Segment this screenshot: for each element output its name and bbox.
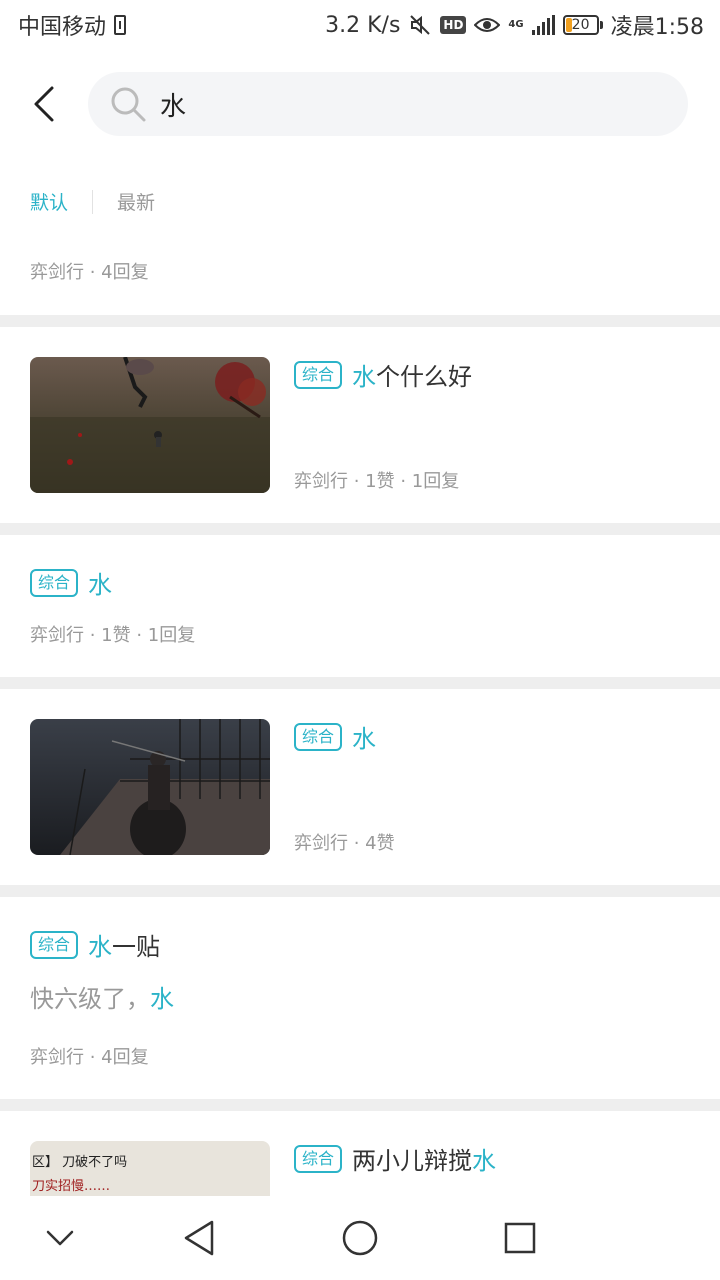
- category-tag: 综合: [30, 930, 79, 959]
- result-title: 综合 水一贴: [30, 927, 160, 962]
- sort-tab-default[interactable]: 默认: [30, 188, 68, 215]
- title-highlight: 水: [472, 1147, 497, 1175]
- result-meta: 弈剑行 · 4赞: [294, 833, 395, 854]
- result-thumbnail: [30, 719, 270, 855]
- carrier-label: 中国移动: [18, 15, 107, 40]
- sim-alert-icon: [114, 15, 127, 35]
- result-thumbnail: [30, 357, 270, 493]
- nav-hide-button[interactable]: [38, 1216, 82, 1260]
- sort-tab-latest[interactable]: 最新: [117, 188, 155, 215]
- result-card[interactable]: 区】 刀破不了吗 刀实招慢…… 综合 两小儿辩搅水: [0, 1111, 720, 1196]
- mute-icon: [410, 15, 431, 35]
- sort-divider: [92, 189, 94, 214]
- circle-home-icon: [342, 1220, 378, 1256]
- title-highlight: 水: [352, 725, 377, 753]
- result-thumbnail: 区】 刀破不了吗 刀实招慢……: [30, 1141, 270, 1196]
- network-type: 4G: [508, 19, 524, 30]
- result-card[interactable]: 综合 水个什么好 弈剑行 · 1赞 · 1回复: [0, 327, 720, 523]
- search-box[interactable]: [88, 72, 688, 136]
- signal-icon: [531, 15, 555, 35]
- excerpt-highlight: 水: [150, 985, 174, 1013]
- triangle-back-icon: [184, 1220, 214, 1256]
- title-text: 一贴: [112, 933, 161, 961]
- result-card[interactable]: 综合 水一贴 快六级了，水 弈剑行 · 4回复: [0, 897, 720, 1099]
- category-tag: 综合: [294, 1144, 343, 1173]
- nav-home-button[interactable]: [338, 1216, 382, 1260]
- nav-back-button[interactable]: [178, 1216, 222, 1260]
- category-tag: 综合: [30, 568, 79, 597]
- thumbnail-text: 区】 刀破不了吗: [32, 1155, 128, 1170]
- result-meta: 弈剑行 · 4回复: [30, 1047, 149, 1068]
- divider: [0, 885, 720, 897]
- divider: [0, 523, 720, 535]
- divider: [0, 315, 720, 327]
- back-button[interactable]: [26, 80, 66, 128]
- eye-icon: [474, 18, 501, 32]
- result-card[interactable]: 综合水 弈剑行 · 1赞 · 1回复: [0, 535, 720, 677]
- thumbnail-text: 刀实招慢……: [32, 1179, 111, 1194]
- result-title: 综合水: [30, 565, 112, 600]
- result-meta: 弈剑行 · 4回复: [30, 262, 149, 283]
- result-title: 综合 水个什么好: [294, 357, 472, 392]
- nav-recents-button[interactable]: [498, 1216, 542, 1260]
- result-title: 综合水: [294, 719, 376, 754]
- result-excerpt: 快六级了，水: [30, 979, 174, 1014]
- status-bar: 中国移动 3.2 K/s HD 4G 20 凌晨1:58: [0, 0, 720, 50]
- result-card[interactable]: 综合水 弈剑行 · 4赞: [0, 689, 720, 885]
- divider: [0, 677, 720, 689]
- search-icon: [111, 87, 146, 122]
- sort-tabs: 默认 最新: [30, 188, 155, 215]
- result-meta: 弈剑行 · 1赞 · 1回复: [294, 471, 460, 492]
- chevron-down-icon: [46, 1230, 74, 1246]
- result-meta: 弈剑行 · 1赞 · 1回复: [30, 625, 196, 646]
- category-tag: 综合: [294, 722, 343, 751]
- square-recents-icon: [504, 1222, 536, 1254]
- title-highlight: 水: [88, 933, 113, 961]
- category-tag: 综合: [294, 360, 343, 389]
- clock: 凌晨1:58: [610, 15, 704, 40]
- title-text: 两小儿辩搅: [352, 1147, 473, 1175]
- title-highlight: 水: [352, 363, 377, 391]
- battery-icon: 20: [562, 15, 603, 35]
- title-text: 个什么好: [376, 363, 473, 391]
- battery-level: 20: [571, 17, 590, 33]
- system-nav-bar: [0, 1196, 720, 1280]
- search-input[interactable]: [160, 89, 640, 119]
- hd-badge: HD: [440, 16, 467, 34]
- search-header: [0, 60, 720, 150]
- network-speed: 3.2 K/s: [325, 12, 401, 38]
- result-title: 综合 两小儿辩搅水: [294, 1141, 496, 1176]
- chevron-left-icon: [34, 86, 54, 122]
- excerpt-text: 快六级了，: [30, 985, 150, 1013]
- divider: [0, 1099, 720, 1111]
- title-highlight: 水: [88, 571, 113, 599]
